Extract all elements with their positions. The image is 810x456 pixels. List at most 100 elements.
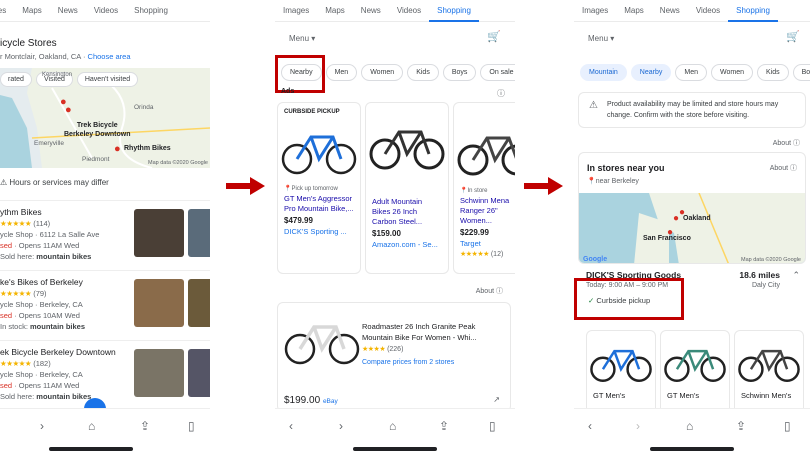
about-link[interactable]: About ⓘ [770,163,797,173]
map-label-trek: Trek Bicycle Berkeley Downtown [64,121,131,139]
tab-news[interactable]: News [652,0,688,22]
back-icon[interactable]: ‹ [588,419,592,433]
menu-button[interactable]: Menu ▾ [289,34,315,43]
opening-time: · Opens 10AM Wed [12,311,80,320]
tab-maps[interactable]: Maps [14,0,50,22]
product-card[interactable]: GT Men's [586,330,656,416]
about-link[interactable]: About ⓘ [476,286,503,296]
filter-women[interactable]: Women [361,64,404,81]
home-icon[interactable]: ⌂ [88,419,95,433]
tab-videos[interactable]: Videos [688,0,728,22]
tab-news[interactable]: News [353,0,389,22]
cart-icon[interactable]: 🛒 [487,30,501,43]
filter-kids[interactable]: Kids [407,64,439,81]
filter-men[interactable]: Men [325,64,358,81]
tab-shopping[interactable]: Shopping [429,0,479,22]
listing-photo[interactable] [188,209,210,257]
product-card[interactable]: CURBSIDE PICKUP 📍Pick up tomorrow GT Men… [277,102,361,274]
listing-photo[interactable] [188,349,210,397]
product-title: GT Men's Aggressor Pro Mountain Bike,... [284,194,354,213]
info-icon[interactable]: ⓘ [497,88,505,99]
filter-nearby[interactable]: Nearby [630,64,672,81]
pickup-badge: 📍In store [454,187,515,194]
tab-videos[interactable]: Videos [389,0,429,22]
star-rating: ★★★★ [362,346,386,353]
list-item[interactable]: ke's Bikes of Berkeley ★★★★★ (79) ycle S… [0,270,210,340]
open-external-icon[interactable]: ↗ [493,395,500,404]
listing-photo[interactable] [134,279,184,327]
filter-kids[interactable]: Kids [757,64,789,81]
review-count: (12) [490,251,504,258]
tabs-icon[interactable]: ▯ [489,419,496,433]
list-item[interactable]: ek Bicycle Berkeley Downtown ★★★★★ (182)… [0,340,210,410]
tab-maps[interactable]: Maps [616,0,652,22]
product-card[interactable]: 📍In store Schwinn Mena Ranger 26" Women.… [453,102,515,274]
stores-map[interactable]: ● ● ● Oakland San Francisco Map data ©20… [579,192,805,263]
product-title: Adult Mountain Bikes 26 Inch Carbon Stee… [372,197,423,226]
store-city: Daly City [751,282,780,289]
near-text: near Berkeley [595,178,639,185]
tabs-icon[interactable]: ▯ [784,419,791,433]
review-count: (114) [33,219,51,228]
warning-icon: ⚠ [589,100,598,111]
product-card[interactable]: Schwinn Men's [734,330,804,416]
home-indicator [353,447,437,451]
tab-videos[interactable]: Videos [86,0,126,22]
tab-maps[interactable]: Maps [317,0,353,22]
listing-photo[interactable] [134,209,184,257]
listing-info: ke's Bikes of Berkeley ★★★★★ (79) ycle S… [0,277,85,331]
forward-icon[interactable]: › [40,419,44,433]
tab-shopping[interactable]: Shopping [728,0,778,22]
cart-icon[interactable]: 🛒 [786,30,800,43]
product-card[interactable]: GT Men's [660,330,730,416]
ads-label: Ads [281,88,295,95]
tab-images[interactable]: Images [275,0,317,22]
share-icon[interactable]: ⇪ [140,419,150,433]
pickup-text: Pick up tomorrow [291,186,338,192]
share-icon[interactable]: ⇪ [439,419,449,433]
map-attribution: Map data ©2020 Google [740,257,801,263]
map-pin-icon[interactable]: ● [114,143,121,155]
listing-photo[interactable] [188,279,210,327]
share-icon[interactable]: ⇪ [736,419,746,433]
tab-images[interactable]: Images [574,0,616,22]
chip-havent-visited[interactable]: Haven't visited [76,72,139,87]
product-card[interactable]: Adult Mountain Bikes 26 Inch Carbon Stee… [365,102,449,274]
local-map[interactable]: rated Visited Haven't visited ● ● ● Trek… [0,68,210,168]
choose-area-link[interactable]: Choose area [88,52,131,61]
map-pin-icon[interactable]: ● [65,104,72,116]
back-icon[interactable]: ‹ [289,419,293,433]
tab-news[interactable]: News [50,0,86,22]
tab-images[interactable]: Images [0,0,14,22]
menu-button[interactable]: Menu ▾ [588,34,614,43]
map-pin-icon[interactable]: ● [673,213,679,224]
search-tabs: Images Maps News Videos Shopping [0,0,210,22]
star-rating: ★★★★★ [0,289,32,298]
home-icon[interactable]: ⌂ [686,419,693,433]
chip-rated[interactable]: rated [0,72,32,87]
compare-prices-link[interactable]: Compare prices from 2 stores [362,359,454,366]
listing-hours: sed · Opens 10AM Wed [0,311,85,320]
filter-boys[interactable]: Boys [792,64,810,81]
product-listing[interactable]: Roadmaster 26 Inch Granite Peak Mountain… [277,302,511,412]
in-stores-card: In stores near you 📍near Berkeley About … [578,152,806,264]
filter-on-sale[interactable]: On sale [480,64,515,81]
listing-photo[interactable] [134,349,184,397]
near-location: 📍near Berkeley [587,177,639,185]
filter-boys[interactable]: Boys [442,64,477,81]
list-item[interactable]: ythm Bikes ★★★★★ (114) ycle Shop · 6112 … [0,200,210,270]
listing-type: ycle Shop · Berkeley, CA [0,370,83,379]
filter-mountain[interactable]: Mountain [580,64,627,81]
product-title: GT Men's [593,391,626,400]
product-image [735,331,803,391]
filter-men[interactable]: Men [675,64,707,81]
forward-icon[interactable]: › [339,419,343,433]
tabs-icon[interactable]: ▯ [188,419,195,433]
about-link[interactable]: About ⓘ [773,138,800,148]
chevron-up-icon[interactable]: ⌃ [792,270,800,281]
forward-icon[interactable]: › [636,419,640,433]
filter-women[interactable]: Women [711,64,753,81]
tab-shopping[interactable]: Shopping [126,0,176,22]
location-pin-icon: 📍 [587,178,596,185]
home-icon[interactable]: ⌂ [389,419,396,433]
